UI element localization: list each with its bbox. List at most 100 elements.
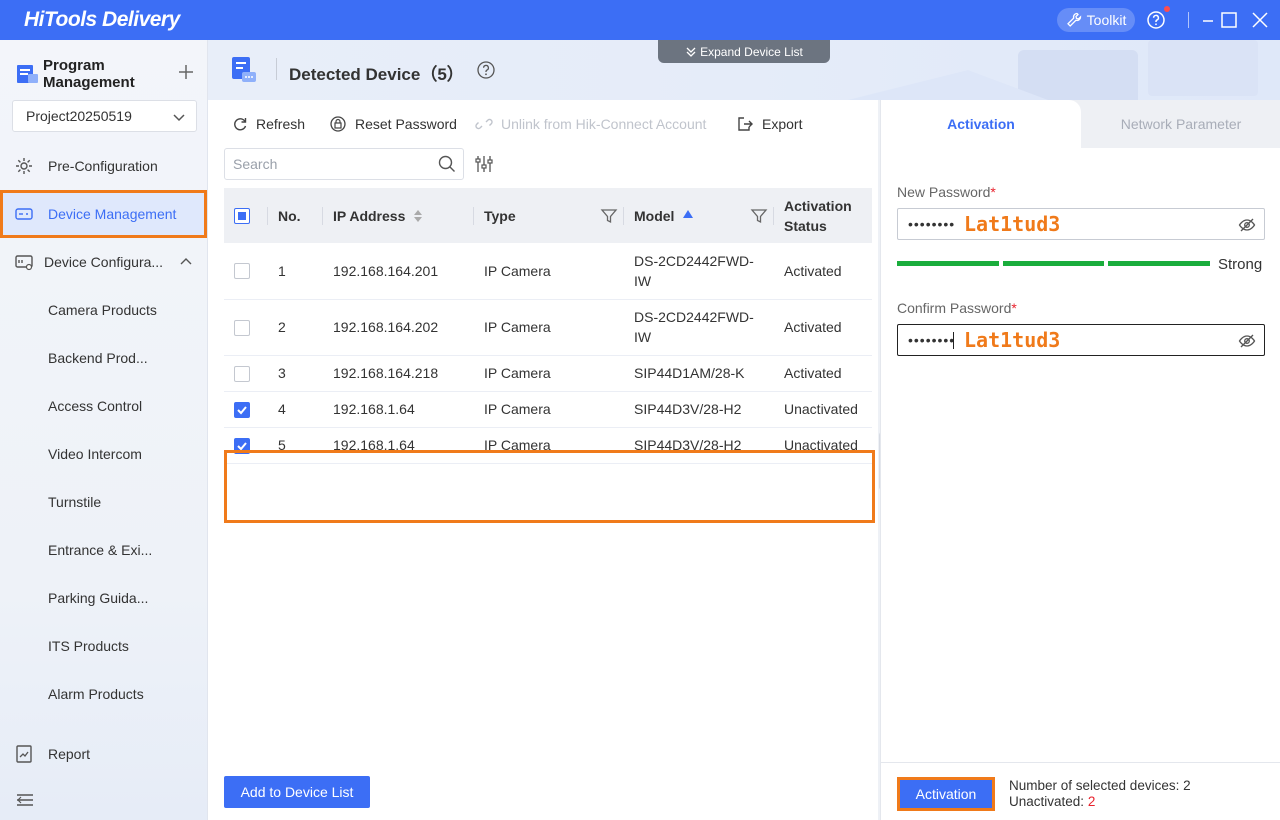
- check-icon: [237, 442, 247, 451]
- gear-icon: [16, 158, 32, 174]
- refresh-label: Refresh: [256, 116, 306, 132]
- refresh-icon: [234, 118, 247, 131]
- project-select[interactable]: Project20250519: [12, 100, 197, 132]
- export-icon: [738, 117, 753, 131]
- select-all-header: [224, 188, 268, 243]
- nav-video-intercom[interactable]: Video Intercom: [0, 430, 207, 478]
- activation-footer: Activation Number of selected devices: 2…: [881, 762, 1280, 820]
- selected-count: Number of selected devices: 2: [1009, 778, 1191, 793]
- device-list-panel: Refresh Reset Password Unlink from Hik-C…: [208, 100, 878, 820]
- help-button[interactable]: [1144, 8, 1168, 32]
- reset-password-label: Reset Password: [355, 116, 457, 132]
- no-header: No.: [268, 188, 323, 243]
- nav-alarm-products[interactable]: Alarm Products: [0, 670, 207, 718]
- nav-entrance-exit[interactable]: Entrance & Exi...: [0, 526, 207, 574]
- add-to-device-list-button[interactable]: Add to Device List: [224, 776, 370, 808]
- row-model-line2: IW: [634, 272, 652, 289]
- row-status: Activated: [774, 355, 872, 392]
- table-row[interactable]: 1 192.168.164.201 IP Camera DS-2CD2442FW…: [224, 243, 872, 300]
- type-header: Type: [474, 188, 624, 243]
- row-ip: 192.168.1.64: [323, 427, 474, 464]
- activation-button[interactable]: Activation: [897, 777, 995, 811]
- toolkit-label: Toolkit: [1086, 12, 1127, 28]
- nav-its-products[interactable]: ITS Products: [0, 622, 207, 670]
- nav-backend-products[interactable]: Backend Prod...: [0, 334, 207, 382]
- row-no: 5: [268, 427, 323, 464]
- nav-label: Device Configura...: [44, 254, 164, 270]
- row-type: IP Camera: [474, 299, 624, 356]
- ip-header[interactable]: IP Address: [323, 188, 474, 243]
- model-header[interactable]: Model: [624, 188, 774, 243]
- titlebar-separator: [1188, 12, 1189, 28]
- export-button[interactable]: Export: [736, 114, 802, 134]
- status-header-label-1: Activation: [784, 197, 852, 214]
- expand-device-list-button[interactable]: Expand Device List: [658, 40, 830, 63]
- close-button[interactable]: [1248, 8, 1272, 32]
- unlink-hik-connect-button[interactable]: Unlink from Hik-Connect Account: [475, 114, 706, 134]
- password-annotation: Lat1tud3: [964, 212, 1061, 236]
- row-model: SIP44D3V/28-H2: [624, 391, 774, 428]
- sort-icon[interactable]: [413, 209, 423, 223]
- nav-pre-configuration[interactable]: Pre-Configuration: [0, 142, 207, 190]
- column-settings-icon[interactable]: [474, 154, 494, 174]
- chevron-up-icon[interactable]: [179, 255, 193, 269]
- minimize-icon: [1203, 20, 1213, 22]
- toolkit-button[interactable]: Toolkit: [1057, 8, 1135, 32]
- nav-turnstile[interactable]: Turnstile: [0, 478, 207, 526]
- password-mask: ••••••••: [908, 216, 956, 232]
- row-checkbox[interactable]: [234, 319, 250, 336]
- collapse-sidebar-icon[interactable]: [16, 792, 34, 808]
- expand-label: Expand Device List: [700, 44, 803, 59]
- row-checkbox[interactable]: [234, 263, 250, 280]
- nav-label: Access Control: [48, 398, 143, 414]
- row-no: 4: [268, 391, 323, 428]
- tab-network-parameter[interactable]: Network Parameter: [1081, 100, 1280, 148]
- sort-ascending-icon[interactable]: [682, 209, 694, 221]
- eye-hidden-icon[interactable]: [1238, 332, 1256, 350]
- nav-report[interactable]: Report: [0, 730, 207, 778]
- table-row[interactable]: 5 192.168.1.64 IP Camera SIP44D3V/28-H2 …: [224, 427, 872, 464]
- search-input[interactable]: [224, 148, 464, 180]
- row-type: IP Camera: [474, 427, 624, 464]
- reset-password-button[interactable]: Reset Password: [329, 114, 457, 134]
- confirm-password-field[interactable]: •••••••• Lat1tud3: [897, 324, 1265, 356]
- maximize-button[interactable]: [1217, 8, 1241, 32]
- filter-icon[interactable]: [600, 207, 618, 225]
- nav-label: Pre-Configuration: [48, 158, 158, 174]
- nav-device-management[interactable]: Device Management: [0, 190, 207, 238]
- maximize-icon: [1221, 12, 1237, 28]
- tab-activation[interactable]: Activation: [881, 100, 1081, 148]
- add-project-icon[interactable]: [176, 62, 196, 82]
- row-checkbox[interactable]: [234, 401, 250, 418]
- new-password-field[interactable]: •••••••• Lat1tud3: [897, 208, 1265, 240]
- row-model: SIP44D3V/28-H2: [624, 427, 774, 464]
- nav-camera-products[interactable]: Camera Products: [0, 286, 207, 334]
- password-annotation: Lat1tud3: [964, 328, 1061, 352]
- select-all-checkbox[interactable]: [234, 208, 250, 225]
- row-status: Unactivated: [774, 391, 872, 428]
- nav-label: Entrance & Exi...: [48, 542, 153, 558]
- row-checkbox[interactable]: [234, 365, 250, 382]
- nav-access-control[interactable]: Access Control: [0, 382, 207, 430]
- row-checkbox[interactable]: [234, 437, 250, 454]
- device-config-icon: [15, 255, 33, 271]
- title-separator: [276, 58, 277, 80]
- nav-device-configuration[interactable]: Device Configura...: [0, 238, 207, 286]
- eye-hidden-icon[interactable]: [1238, 216, 1256, 234]
- wrench-icon: [1066, 12, 1081, 27]
- text-cursor: [953, 332, 954, 349]
- nav-label: Video Intercom: [48, 446, 142, 462]
- ip-header-label: IP Address: [333, 207, 406, 224]
- row-ip: 192.168.164.218: [323, 355, 474, 392]
- table-row[interactable]: 4 192.168.1.64 IP Camera SIP44D3V/28-H2 …: [224, 391, 872, 428]
- row-ip: 192.168.164.201: [323, 243, 474, 300]
- row-type: IP Camera: [474, 391, 624, 428]
- refresh-button[interactable]: Refresh: [232, 114, 305, 134]
- nav-parking-guidance[interactable]: Parking Guida...: [0, 574, 207, 622]
- device-icon: [15, 208, 33, 220]
- help-icon[interactable]: [476, 60, 496, 80]
- unlink-label: Unlink from Hik-Connect Account: [501, 116, 707, 132]
- filter-icon[interactable]: [750, 207, 768, 225]
- table-row[interactable]: 3 192.168.164.218 IP Camera SIP44D1AM/28…: [224, 355, 872, 392]
- table-row[interactable]: 2 192.168.164.202 IP Camera DS-2CD2442FW…: [224, 299, 872, 356]
